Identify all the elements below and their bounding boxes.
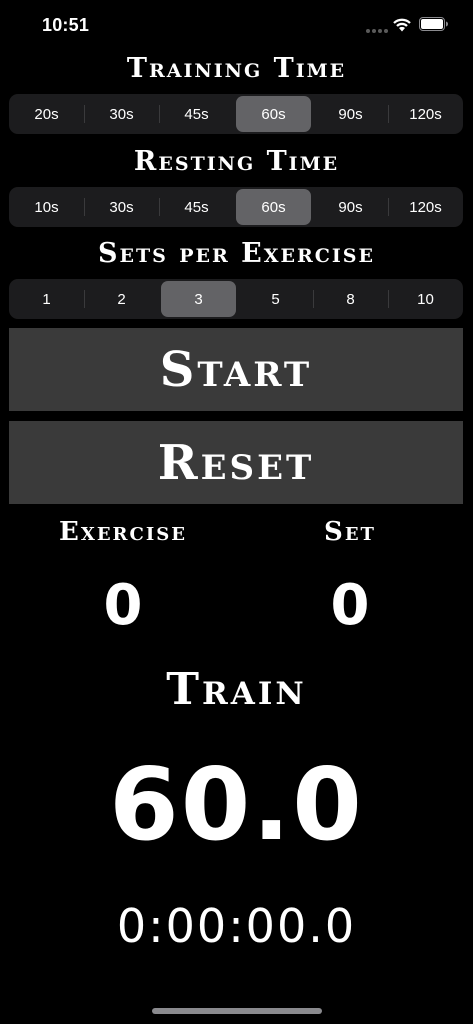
sets-per-exercise-option[interactable]: 1 (9, 281, 84, 317)
status-bar: 10:51 (0, 0, 473, 50)
set-label: Set (324, 517, 376, 547)
sets-per-exercise-option-selected[interactable]: 3 (161, 281, 236, 317)
status-time: 10:51 (42, 15, 90, 35)
set-count: 0 (330, 573, 370, 638)
sets-per-exercise-option[interactable]: 10 (388, 281, 463, 317)
resting-time-option[interactable]: 120s (388, 189, 463, 225)
sets-per-exercise-title: Sets per Exercise (97, 238, 375, 269)
reset-button[interactable]: Reset (9, 421, 463, 504)
resting-time-option[interactable]: 10s (9, 189, 84, 225)
elapsed-time: 0:00:00.0 (116, 899, 357, 953)
training-time-option[interactable]: 30s (84, 96, 159, 132)
sets-per-exercise-selector[interactable]: 1 2 3 5 8 10 (9, 279, 463, 319)
exercise-label: Exercise (59, 517, 187, 547)
home-indicator (152, 1008, 322, 1014)
training-time-option[interactable]: 45s (159, 96, 234, 132)
resting-time-selector[interactable]: 10s 30s 45s 60s 90s 120s (9, 187, 463, 227)
resting-time-option[interactable]: 90s (313, 189, 388, 225)
sets-per-exercise-option[interactable]: 2 (84, 281, 159, 317)
start-button[interactable]: Start (9, 328, 463, 411)
resting-time-option[interactable]: 45s (159, 189, 234, 225)
wifi-icon (393, 18, 411, 32)
sets-per-exercise-option[interactable]: 8 (313, 281, 388, 317)
cellular-signal-icon (366, 29, 388, 33)
battery-icon (419, 17, 448, 31)
resting-time-option-selected[interactable]: 60s (236, 189, 311, 225)
resting-time-option[interactable]: 30s (84, 189, 159, 225)
training-time-title: Training Time (126, 53, 347, 84)
training-time-selector[interactable]: 20s 30s 45s 60s 90s 120s (9, 94, 463, 134)
phase-label: Train (166, 664, 307, 715)
training-time-option-selected[interactable]: 60s (236, 96, 311, 132)
countdown-timer: 60.0 (109, 746, 364, 863)
training-time-option[interactable]: 90s (313, 96, 388, 132)
resting-time-title: Resting Time (133, 146, 340, 177)
training-time-option[interactable]: 120s (388, 96, 463, 132)
exercise-count: 0 (103, 573, 143, 638)
training-time-option[interactable]: 20s (9, 96, 84, 132)
sets-per-exercise-option[interactable]: 5 (238, 281, 313, 317)
